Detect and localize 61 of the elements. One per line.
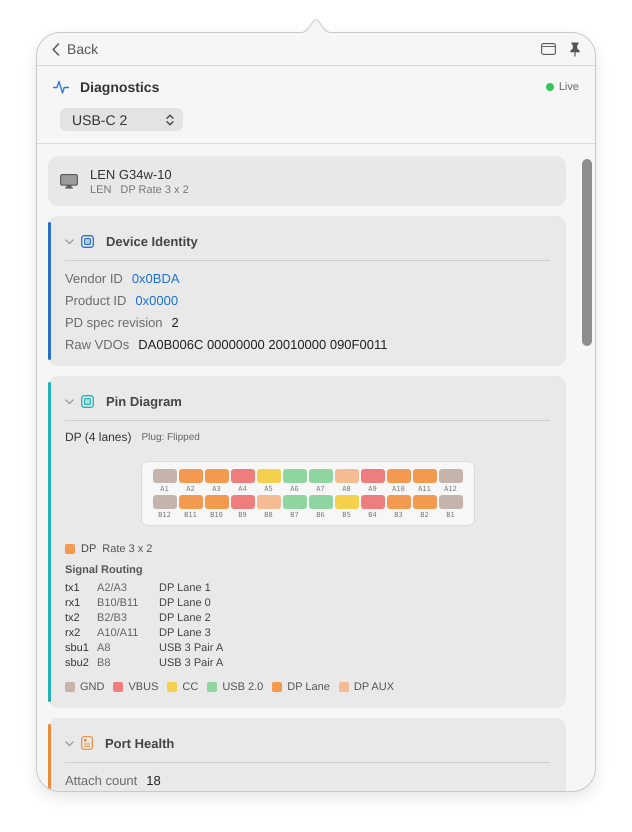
field-label: Attach count bbox=[65, 772, 138, 788]
routing-function: DP Lane 3 bbox=[159, 626, 211, 638]
routing-pins: A2/A3 bbox=[97, 582, 127, 594]
routing-title: Signal Routing bbox=[65, 563, 144, 577]
section-header-button[interactable]: Pin Diagram bbox=[65, 382, 550, 420]
pushpin-icon bbox=[569, 42, 581, 56]
document-icon bbox=[81, 736, 93, 750]
legend-label: GND bbox=[80, 681, 104, 693]
scrollbar-thumb[interactable] bbox=[582, 159, 592, 346]
routing-pins: B10/B11 bbox=[97, 596, 138, 608]
routing-signal: tx1 bbox=[65, 582, 80, 594]
legend-label: DP AUX bbox=[354, 681, 394, 693]
field-label: Vendor ID bbox=[65, 270, 123, 286]
field-label: PD spec revision bbox=[65, 314, 163, 330]
window-icon bbox=[541, 43, 556, 55]
legend-label: USB 2.0 bbox=[222, 681, 264, 693]
legend-label: CC bbox=[182, 681, 198, 693]
mode-title: DP (4 lanes) bbox=[65, 430, 132, 444]
back-button[interactable]: Back bbox=[52, 39, 98, 59]
chip-icon bbox=[81, 394, 94, 408]
mode-rate: Rate 3 x 2 bbox=[102, 543, 152, 555]
mode-name: DP bbox=[81, 543, 96, 555]
chip-icon bbox=[81, 234, 94, 248]
section-header-button[interactable]: Port Health bbox=[65, 724, 550, 762]
monitor-icon bbox=[60, 174, 78, 188]
routing-pins: A8 bbox=[97, 642, 110, 654]
legend-label: VBUS bbox=[128, 681, 158, 693]
field-label: Product ID bbox=[65, 292, 126, 308]
field-value: DA0B006C 00000000 20010000 090F0011 bbox=[138, 336, 388, 352]
status-label: Live bbox=[558, 81, 579, 93]
window-button[interactable] bbox=[541, 43, 556, 55]
routing-signal: tx2 bbox=[65, 612, 80, 624]
routing-signal: sbu2 bbox=[65, 656, 89, 668]
field-label: Raw VDOs bbox=[65, 336, 130, 352]
pulse-icon bbox=[53, 79, 69, 95]
device-detail: DP Rate 3 x 2 bbox=[120, 184, 189, 196]
routing-signal: sbu1 bbox=[65, 642, 89, 654]
routing-signal: rx2 bbox=[65, 626, 80, 638]
routing-signal: rx1 bbox=[65, 596, 80, 608]
panel-title: Diagnostics bbox=[80, 79, 160, 95]
field-value: 0x0BDA bbox=[132, 270, 180, 286]
routing-function: USB 3 Pair A bbox=[159, 656, 224, 668]
port-select[interactable]: USB-C 2 bbox=[60, 108, 183, 131]
routing-function: USB 3 Pair A bbox=[159, 642, 224, 654]
routing-function: DP Lane 1 bbox=[159, 582, 211, 594]
pin-button[interactable] bbox=[569, 42, 581, 56]
routing-pins: B8 bbox=[97, 656, 110, 668]
device-name: LEN G34w-10 bbox=[90, 166, 173, 182]
chevron-left-icon bbox=[52, 42, 60, 56]
field-value: 0x0000 bbox=[135, 292, 178, 308]
plug-orientation: Plug: Flipped bbox=[141, 432, 200, 442]
legend-label: DP Lane bbox=[287, 681, 330, 693]
routing-function: DP Lane 0 bbox=[159, 596, 211, 608]
routing-pins: A10/A11 bbox=[97, 626, 138, 638]
section-header-button[interactable]: Device Identity bbox=[65, 222, 550, 260]
field-value: 2 bbox=[172, 314, 179, 330]
routing-function: DP Lane 2 bbox=[159, 612, 211, 624]
updown-chevron-icon bbox=[166, 114, 174, 126]
field-value: 18 bbox=[146, 772, 161, 788]
device-vendor: LEN bbox=[90, 184, 112, 196]
routing-pins: B2/B3 bbox=[97, 612, 127, 624]
